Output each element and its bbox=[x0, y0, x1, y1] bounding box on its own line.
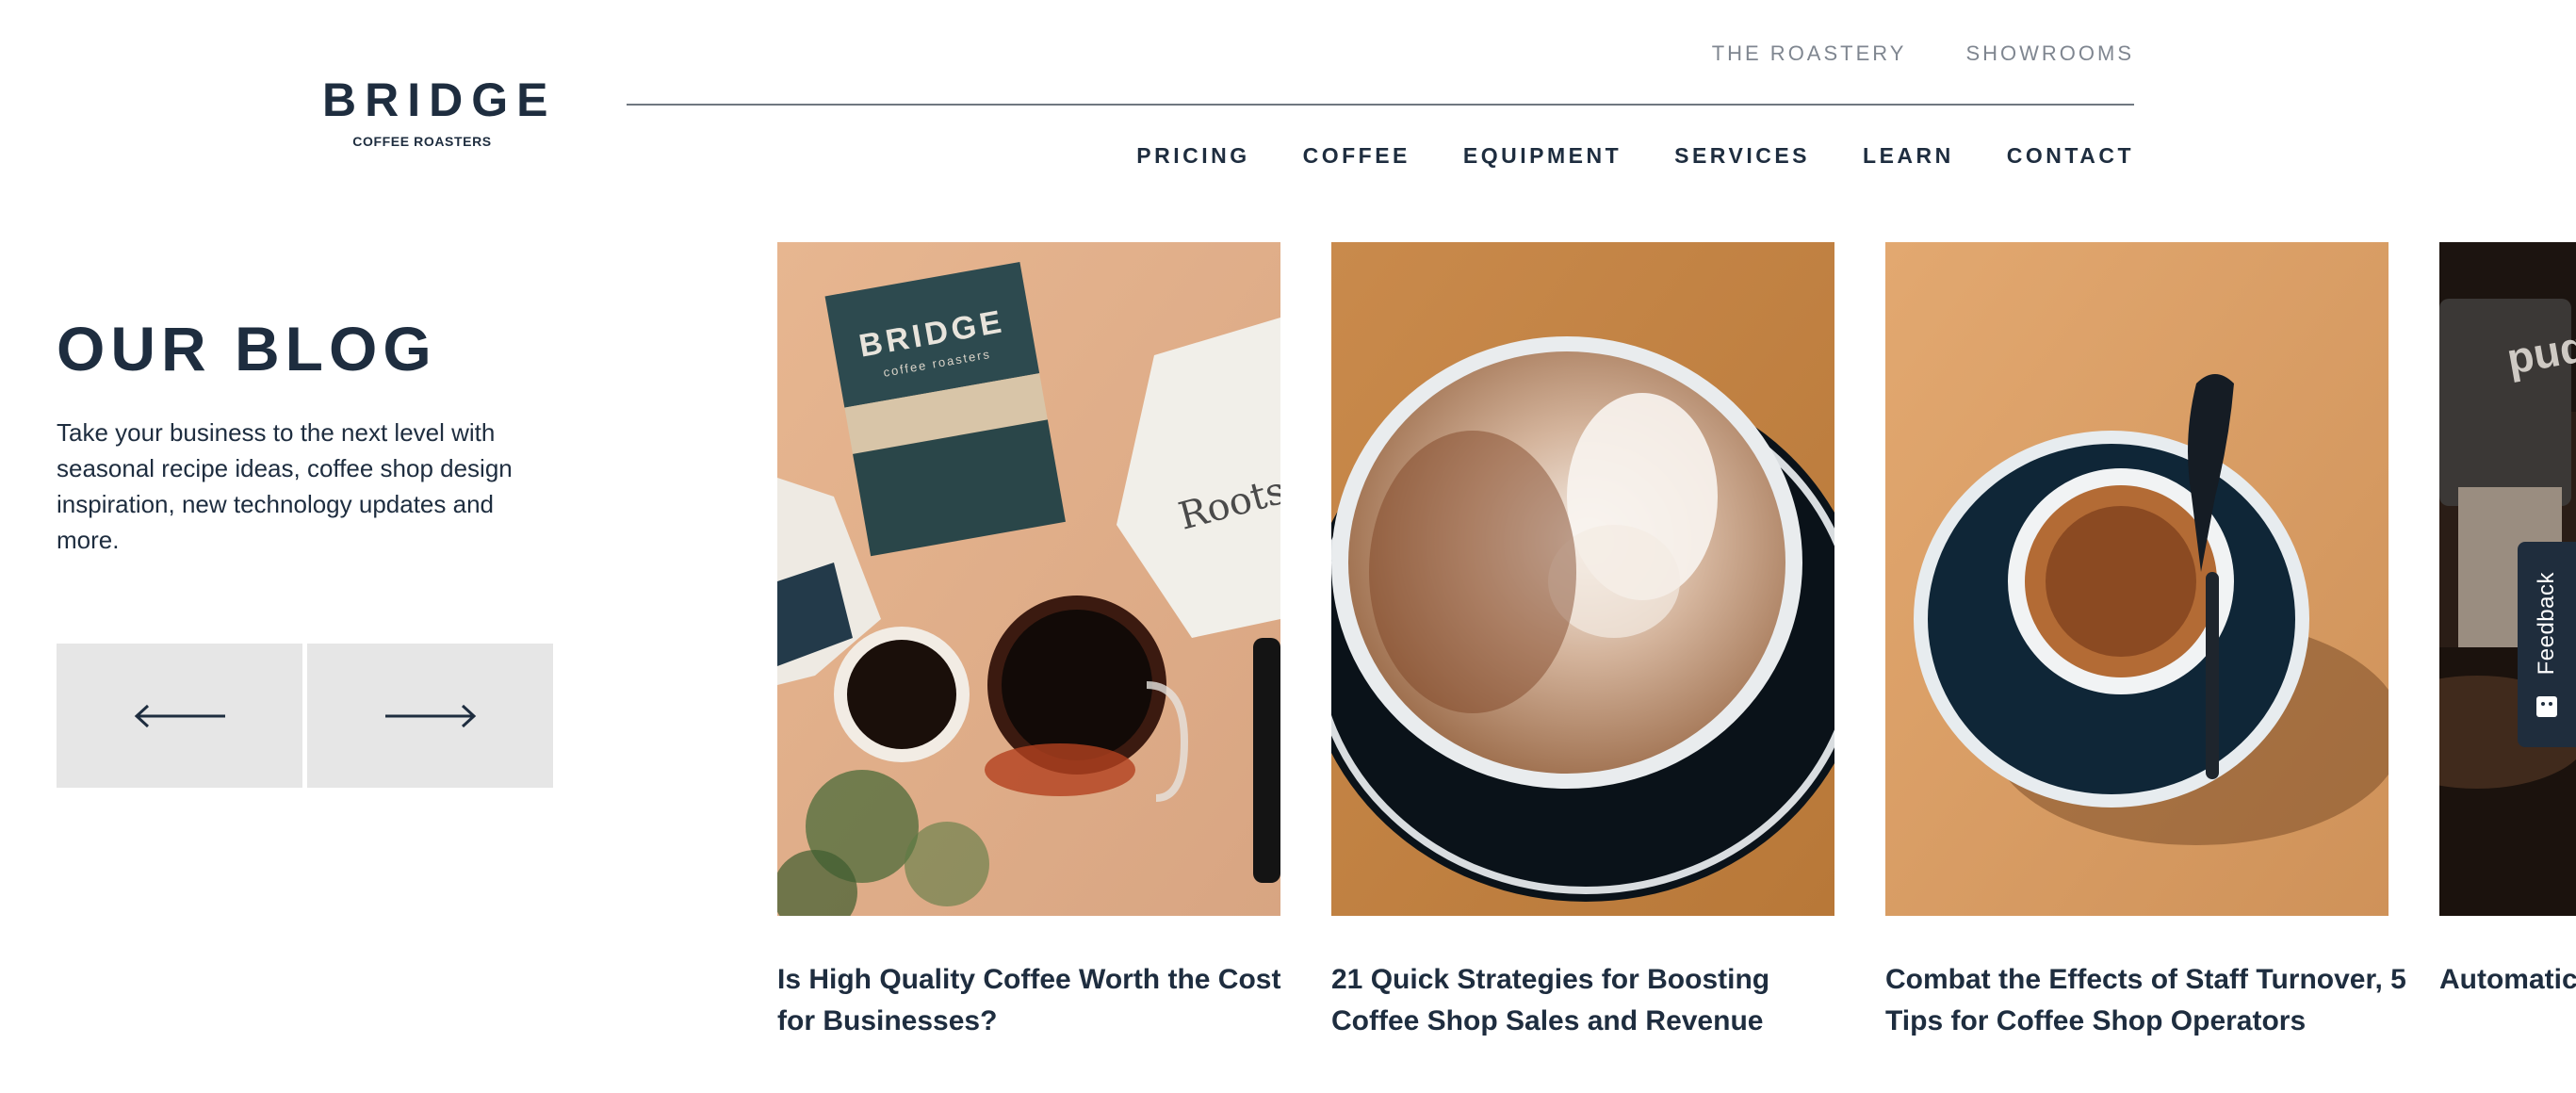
page: BRIDGE COFFEE ROASTERS THE ROASTERY SHOW… bbox=[0, 0, 2576, 1093]
brand-tagline: COFFEE ROASTERS bbox=[352, 134, 492, 149]
blog-title: OUR BLOG bbox=[57, 314, 437, 383]
arrow-left-icon bbox=[134, 704, 225, 727]
coffee-bag-and-cups-photo[interactable]: Roots BRIDGE coffee roasters bbox=[777, 242, 1280, 916]
feedback-label: Feedback bbox=[2534, 572, 2559, 676]
smile-icon bbox=[2536, 695, 2557, 717]
main-nav: PRICING COFFEE EQUIPMENT SERVICES LEARN … bbox=[1136, 143, 2134, 169]
nav-link-services[interactable]: SERVICES bbox=[1674, 143, 1810, 169]
blog-description: Take your business to the next level wit… bbox=[57, 418, 513, 554]
brand-name: BRIDGE bbox=[322, 73, 557, 126]
blog-card-title[interactable]: 21 Quick Strategies for Boosting Coffee … bbox=[1331, 959, 1859, 1042]
feedback-tab[interactable]: Feedback bbox=[2518, 542, 2576, 747]
brand-logo[interactable]: BRIDGE COFFEE ROASTERS bbox=[314, 73, 557, 149]
blog-card-title[interactable]: Combat the Effects of Staff Turnover, 5 … bbox=[1885, 959, 2413, 1042]
util-link-the-roastery[interactable]: THE ROASTERY bbox=[1712, 41, 1907, 66]
blog-card[interactable]: Combat the Effects of Staff Turnover, 5 … bbox=[1885, 242, 2406, 1042]
carousel-prev-button[interactable] bbox=[57, 644, 302, 788]
nav-link-learn[interactable]: LEARN bbox=[1863, 143, 1954, 169]
nav-link-contact[interactable]: CONTACT bbox=[2007, 143, 2134, 169]
util-link-showrooms[interactable]: SHOWROOMS bbox=[1965, 41, 2134, 66]
blog-card[interactable]: Roots BRIDGE coffee roasters Is High Qua… bbox=[777, 242, 1280, 1042]
nav-link-equipment[interactable]: EQUIPMENT bbox=[1463, 143, 1622, 169]
carousel-next-button[interactable] bbox=[307, 644, 553, 788]
blog-card[interactable]: 21 Quick Strategies for Boosting Coffee … bbox=[1331, 242, 1834, 1042]
nav-link-pricing[interactable]: PRICING bbox=[1136, 143, 1249, 169]
nav-link-coffee[interactable]: COFFEE bbox=[1303, 143, 1410, 169]
blog-card-title[interactable]: Automatic Reviewing bbox=[2439, 959, 2576, 1001]
espresso-cup-photo[interactable] bbox=[1885, 242, 2389, 916]
header-divider bbox=[627, 104, 2134, 106]
blog-card-title[interactable]: Is High Quality Coffee Worth the Cost fo… bbox=[777, 959, 1305, 1042]
arrow-right-icon bbox=[384, 704, 476, 727]
latte-art-photo[interactable] bbox=[1331, 242, 1834, 916]
utility-nav: THE ROASTERY SHOWROOMS bbox=[1712, 41, 2134, 66]
